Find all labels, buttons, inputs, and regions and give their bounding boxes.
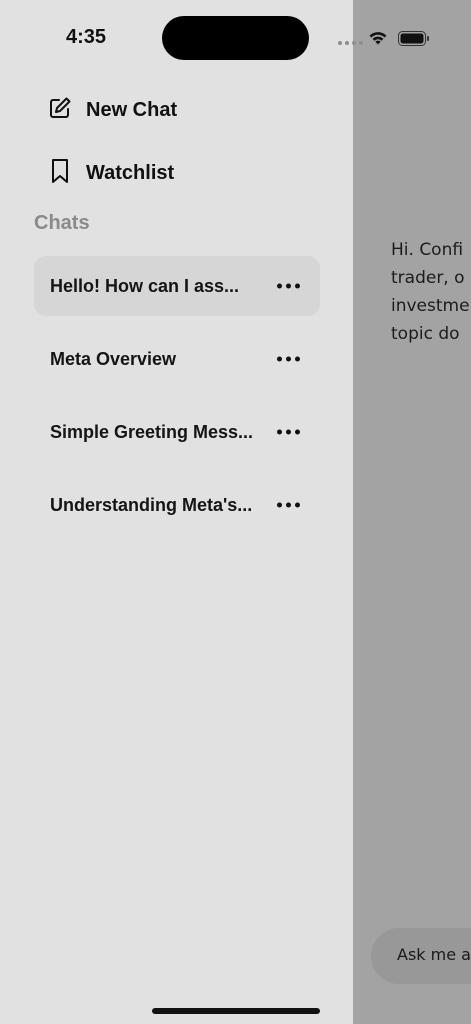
assistant-message: Hi. Confi trader, o investme topic do bbox=[391, 236, 471, 348]
sidebar-drawer: 4:35 New Chat Watchlist Chats Hello! How… bbox=[0, 0, 353, 1024]
status-time: 4:35 bbox=[66, 26, 107, 48]
new-chat-label: New Chat bbox=[86, 99, 178, 121]
chat-input[interactable]: Ask me a bbox=[371, 928, 471, 984]
main-content-overlay[interactable]: Hi. Confi trader, o investme topic do As… bbox=[353, 0, 471, 1024]
battery-icon bbox=[398, 31, 430, 51]
chat-title: Hello! How can I ass... bbox=[50, 275, 240, 296]
wifi-icon bbox=[367, 28, 389, 51]
more-options-icon[interactable] bbox=[277, 502, 300, 508]
chat-list-item[interactable]: Understanding Meta's... bbox=[34, 475, 320, 535]
message-line: Hi. Confi bbox=[391, 240, 464, 260]
chat-list-item[interactable]: Meta Overview bbox=[34, 329, 320, 389]
new-chat-button[interactable]: New Chat bbox=[48, 96, 177, 125]
more-options-icon[interactable] bbox=[277, 283, 300, 289]
dynamic-island bbox=[162, 16, 309, 60]
more-options-icon[interactable] bbox=[277, 429, 300, 435]
chats-section-title: Chats bbox=[34, 212, 90, 234]
watchlist-label: Watchlist bbox=[86, 162, 175, 184]
home-indicator[interactable] bbox=[152, 1008, 320, 1014]
cellular-signal-icon bbox=[338, 41, 363, 45]
more-options-icon[interactable] bbox=[277, 356, 300, 362]
chat-title: Understanding Meta's... bbox=[50, 494, 253, 515]
compose-icon bbox=[48, 96, 72, 125]
message-line: investme bbox=[391, 296, 470, 316]
chat-title: Meta Overview bbox=[50, 348, 177, 369]
message-line: trader, o bbox=[391, 268, 465, 288]
chat-input-placeholder: Ask me a bbox=[397, 945, 471, 964]
bookmark-icon bbox=[48, 158, 72, 189]
message-line: topic do bbox=[391, 324, 460, 344]
watchlist-button[interactable]: Watchlist bbox=[48, 158, 174, 189]
chat-list-item[interactable]: Simple Greeting Mess... bbox=[34, 402, 320, 462]
chat-list-item[interactable]: Hello! How can I ass... bbox=[34, 256, 320, 316]
chat-title: Simple Greeting Mess... bbox=[50, 421, 254, 442]
